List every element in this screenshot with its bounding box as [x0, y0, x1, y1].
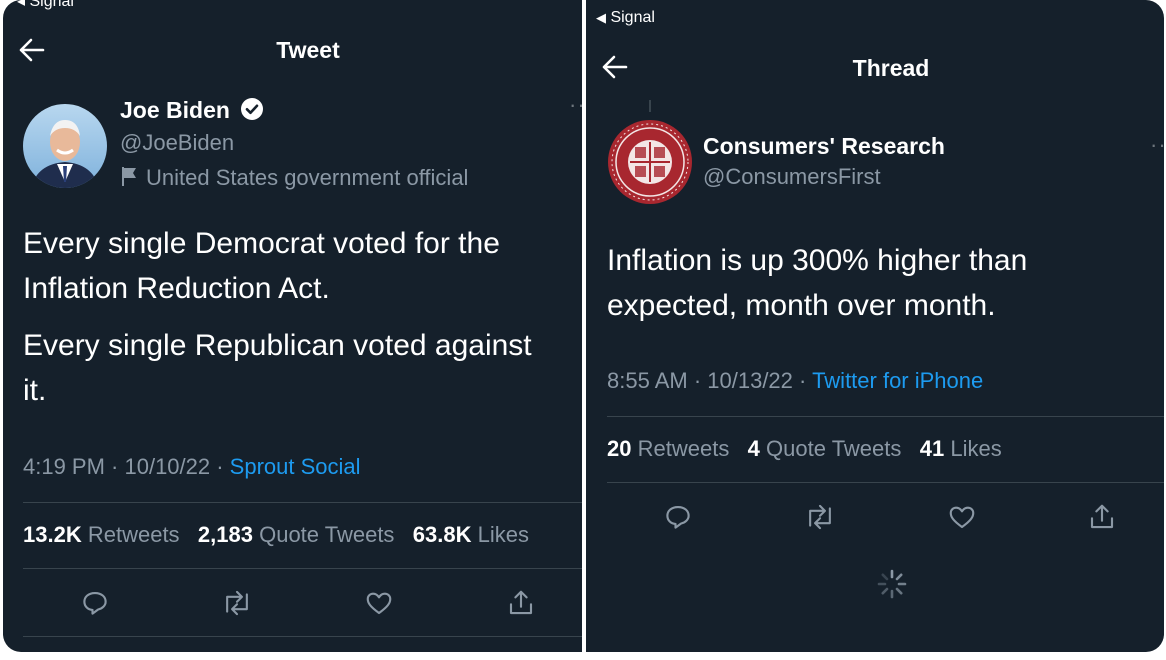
- share-icon[interactable]: [1082, 497, 1122, 537]
- thread-connector-line: [649, 100, 651, 112]
- government-label: United States government official: [120, 165, 468, 193]
- quote-tweets-count: 2,183: [197, 522, 253, 547]
- likes-label: Likes: [477, 522, 529, 547]
- tweet-line: expected, month over month.: [607, 289, 996, 322]
- author-name[interactable]: Joe Biden: [120, 97, 230, 123]
- likes-count: 63.8K: [412, 522, 472, 547]
- tweet-line: Inflation is up 300% higher than: [607, 244, 1028, 277]
- retweets-stat[interactable]: 13.2K Retweets: [23, 522, 180, 547]
- status-bar: ◀ Signal: [596, 9, 655, 27]
- quote-tweets-stat[interactable]: 2,183 Quote Tweets: [198, 522, 395, 547]
- status-bar: ◂ Signal: [17, 0, 74, 11]
- like-icon[interactable]: [359, 583, 399, 623]
- tweet-screenshot-left: ◂ Signal Tweet Joe Biden @JoeBiden Unite…: [3, 0, 582, 652]
- status-app-name: Signal: [29, 0, 74, 10]
- tweet-timestamp[interactable]: 4:19 PM · 10/10/22 ·: [23, 454, 230, 479]
- quote-tweets-label: Quote Tweets: [259, 522, 395, 547]
- battery-icon: [1088, 0, 1158, 11]
- quote-tweets-stat[interactable]: 4 Quote Tweets: [748, 436, 902, 461]
- page-title: Tweet: [276, 37, 340, 63]
- tweet-line: Inflation Reduction Act.: [23, 272, 330, 305]
- tweet-body: Inflation is up 300% higher than expecte…: [607, 238, 1027, 328]
- tweet-line: Every single Republican voted against: [23, 329, 532, 362]
- tweet-meta: 8:55 AM · 10/13/22 · Twitter for iPhone: [607, 368, 983, 394]
- government-label-text: United States government official: [146, 165, 469, 190]
- retweet-icon[interactable]: [217, 583, 257, 623]
- tweet-stats: 13.2K Retweets 2,183 Quote Tweets 63.8K …: [23, 522, 529, 548]
- divider: [607, 416, 1164, 417]
- likes-stat[interactable]: 63.8K Likes: [413, 522, 529, 547]
- quote-tweets-count: 4: [747, 436, 760, 461]
- retweets-label: Retweets: [87, 522, 180, 547]
- tweet-source-link[interactable]: Twitter for iPhone: [812, 368, 983, 393]
- tweet-screenshot-right: ◀ Signal Thread Consumers' Research @Con…: [586, 0, 1164, 652]
- consumers-research-seal-icon: [608, 120, 692, 204]
- back-to-app-icon: ◂: [17, 0, 26, 10]
- retweets-stat[interactable]: 20 Retweets: [607, 436, 729, 461]
- verified-badge-icon: [240, 97, 264, 127]
- tweet-timestamp[interactable]: 8:55 AM · 10/13/22 ·: [607, 368, 812, 393]
- tweet-source-link[interactable]: Sprout Social: [230, 454, 361, 479]
- author-handle[interactable]: @ConsumersFirst: [703, 164, 881, 190]
- page-title: Thread: [852, 55, 930, 81]
- share-icon[interactable]: [501, 583, 541, 623]
- avatar[interactable]: [23, 104, 107, 188]
- retweets-count: 13.2K: [23, 522, 82, 547]
- author-name-row[interactable]: Joe Biden: [120, 97, 264, 127]
- reply-icon[interactable]: [75, 583, 115, 623]
- likes-count: 41: [919, 436, 945, 461]
- retweets-count: 20: [607, 436, 632, 461]
- tweet-body: Every single Democrat voted for the Infl…: [23, 221, 532, 413]
- divider: [607, 482, 1164, 483]
- flag-icon: [120, 165, 140, 193]
- divider: [23, 568, 582, 569]
- tweet-line: Every single Democrat voted for the: [23, 227, 500, 260]
- retweet-icon[interactable]: [800, 497, 840, 537]
- likes-stat[interactable]: 41 Likes: [920, 436, 1002, 461]
- author-name[interactable]: Consumers' Research: [703, 133, 945, 160]
- more-options-icon[interactable]: ··: [569, 92, 582, 118]
- more-options-icon[interactable]: ··: [1150, 132, 1164, 158]
- status-app-name: Signal: [610, 9, 655, 26]
- tweet-line: it.: [23, 374, 47, 407]
- loading-spinner-icon: [876, 568, 908, 605]
- back-to-app-icon: ◀: [596, 10, 606, 25]
- tweet-stats: 20 Retweets 4 Quote Tweets 41 Likes: [607, 436, 1002, 462]
- author-handle[interactable]: @JoeBiden: [120, 130, 234, 156]
- reply-icon[interactable]: [658, 497, 698, 537]
- likes-label: Likes: [950, 436, 1002, 461]
- avatar[interactable]: [608, 120, 692, 204]
- like-icon[interactable]: [942, 497, 982, 537]
- divider: [23, 636, 582, 637]
- retweets-label: Retweets: [637, 436, 730, 461]
- quote-tweets-label: Quote Tweets: [766, 436, 902, 461]
- tweet-meta: 4:19 PM · 10/10/22 · Sprout Social: [23, 454, 361, 480]
- divider: [23, 502, 582, 503]
